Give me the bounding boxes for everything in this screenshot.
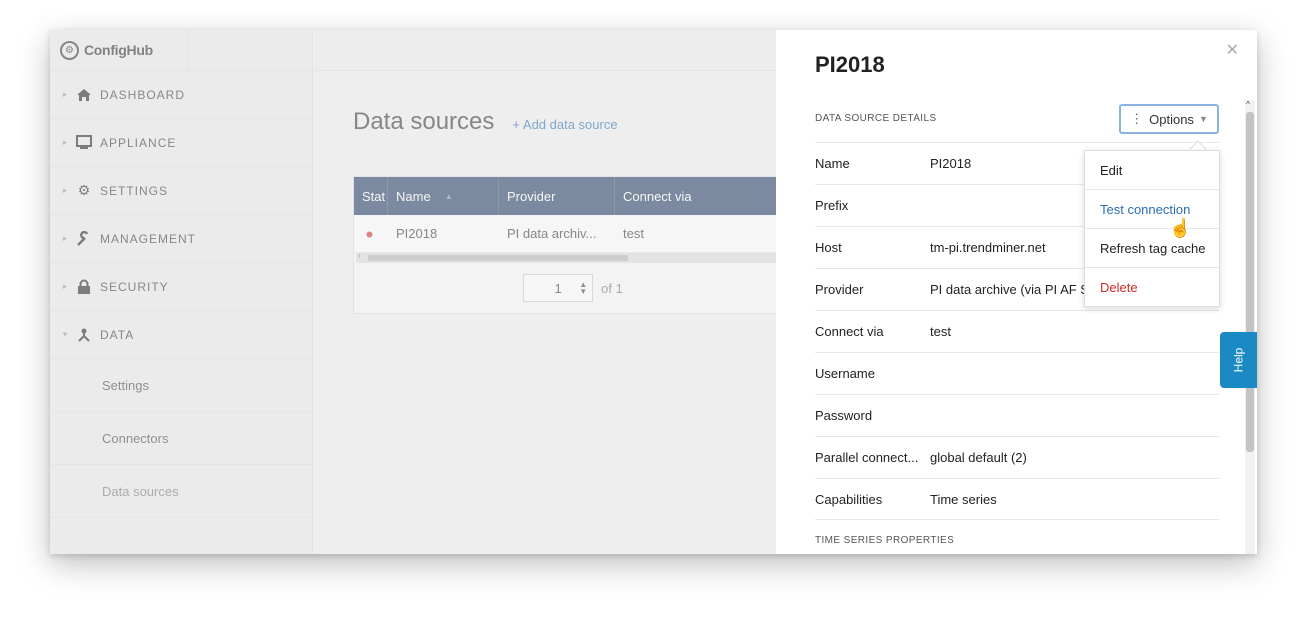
panel-title: PI2018 [815,52,885,77]
menu-item-test-connection[interactable]: Test connection [1085,190,1219,229]
detail-label: Capabilities [815,491,883,507]
options-dropdown-menu: Edit Test connection Refresh tag cache D… [1084,150,1220,307]
detail-value: tm-pi.trendminer.net [930,240,1046,255]
detail-value: test [930,324,951,339]
detail-row-password: Password [815,394,1219,436]
detail-value: PI data archive (via PI AF S [930,282,1089,297]
detail-label: Connect via [815,324,884,339]
scrollbar-thumb[interactable] [1246,112,1254,452]
close-icon[interactable]: ✕ [1226,40,1239,60]
help-label: Help [1231,347,1246,373]
modal-overlay[interactable] [50,30,776,554]
detail-row-capabilities: Capabilities Time series [815,478,1219,520]
detail-label: Prefix [815,198,849,213]
app-window: ⚙ ConfigHub ▸ DASHBOARD ▸ APPLIANCE ▸ ⚙ … [50,30,1257,554]
vertical-dots-icon: ⋮ [1130,111,1144,126]
detail-label: Host [815,240,842,255]
caret-down-icon: ▼ [1198,114,1208,124]
detail-row-connect-via: Connect via test [815,310,1219,352]
hand-pointer-cursor-icon: ☝ [1169,218,1192,238]
detail-label: Provider [815,282,864,297]
scroll-up-icon[interactable]: ^ [1246,100,1250,109]
section-heading-time-series: TIME SERIES PROPERTIES [815,535,955,546]
detail-value: global default (2) [930,450,1027,465]
detail-label: Name [815,156,850,171]
detail-label: Username [815,366,875,381]
panel-vertical-scrollbar[interactable]: ^ [1245,100,1255,554]
options-button[interactable]: ⋮ Options ▼ [1119,104,1219,134]
detail-label: Parallel connect... [815,450,919,465]
options-label: Options [1149,111,1194,127]
detail-value: PI2018 [930,156,972,171]
detail-value: Time series [930,491,997,507]
menu-item-delete[interactable]: Delete [1085,268,1219,307]
detail-row-parallel-connections: Parallel connect... global default (2) [815,436,1219,478]
detail-label: Password [815,408,873,423]
section-heading-details: DATA SOURCE DETAILS [815,113,937,124]
menu-item-edit[interactable]: Edit [1085,151,1219,190]
menu-item-refresh-tag-cache[interactable]: Refresh tag cache [1085,229,1219,268]
help-tab[interactable]: Help [1220,332,1257,388]
detail-row-username: Username [815,352,1219,394]
